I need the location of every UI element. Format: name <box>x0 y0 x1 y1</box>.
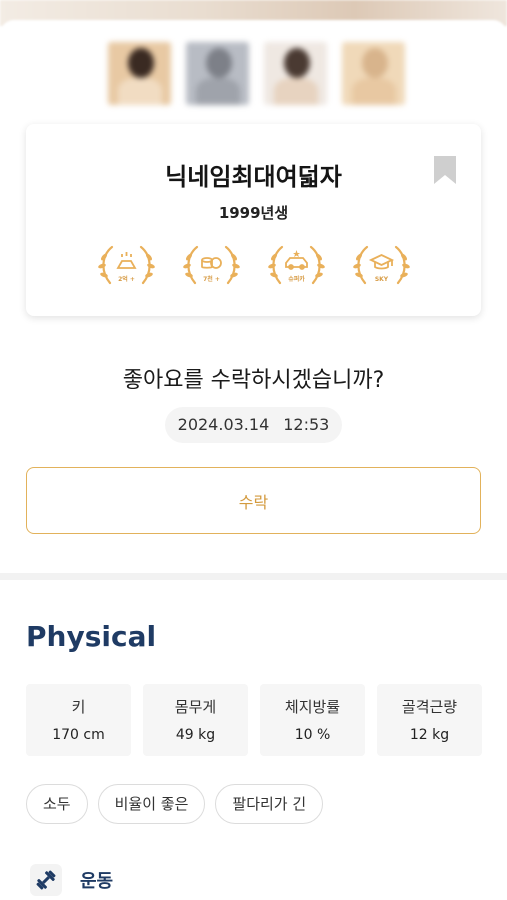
stat-card: 몸무게 49 kg <box>143 684 248 756</box>
accept-button[interactable]: 수락 <box>26 467 481 534</box>
request-time: 12:53 <box>283 415 330 434</box>
photo-thumbnail[interactable] <box>342 42 405 105</box>
stat-value: 170 cm <box>52 727 105 743</box>
request-date: 2024.03.14 <box>177 415 270 434</box>
physical-section-title: Physical <box>26 620 157 653</box>
graduation-cap-icon <box>368 254 395 270</box>
stat-card: 골격근량 12 kg <box>377 684 482 756</box>
badge-label: 2억 + <box>118 276 135 283</box>
physical-stats: 키 170 cm 몸무게 49 kg 체지방률 10 % 골격근량 12 kg <box>26 684 482 756</box>
laurel-icon <box>353 245 410 285</box>
photo-thumbnail[interactable] <box>186 42 249 105</box>
badge-list: 2억 + 7천 + 슈퍼카 SKY <box>96 241 412 291</box>
physical-tags: 소두 비율이 좋은 팔다리가 긴 <box>26 784 324 824</box>
laurel-icon <box>268 245 325 285</box>
badge-label: 7천 + <box>203 276 220 283</box>
laurel-icon <box>183 245 240 285</box>
tag-chip: 비율이 좋은 <box>97 784 206 824</box>
badge-item: 2억 + <box>96 241 157 291</box>
badge-label: SKY <box>374 276 389 283</box>
stat-value: 10 % <box>294 727 331 743</box>
bookmark-icon[interactable] <box>433 156 457 184</box>
stat-label: 골격근량 <box>401 698 458 716</box>
nickname: 닉네임최대여덟자 <box>165 163 342 191</box>
badge-label: 슈퍼카 <box>288 276 305 283</box>
laurel-icon <box>98 245 155 285</box>
badge-item: 7천 + <box>181 241 242 291</box>
stat-card: 체지방률 10 % <box>260 684 365 756</box>
badge-item: SKY <box>351 241 412 291</box>
car-icon <box>285 250 308 270</box>
tag-chip: 팔다리가 긴 <box>215 784 324 824</box>
coins-icon <box>201 257 222 269</box>
photo-thumbnail[interactable] <box>264 42 327 105</box>
photo-thumbnails <box>108 42 405 105</box>
stat-card: 키 170 cm <box>26 684 131 756</box>
badge-item: 슈퍼카 <box>266 241 327 291</box>
photo-thumbnail[interactable] <box>108 42 171 105</box>
stat-label: 키 <box>71 698 86 716</box>
section-divider <box>0 573 507 580</box>
dumbbell-icon <box>30 864 62 896</box>
stat-label: 체지방률 <box>284 698 341 716</box>
gold-bar-icon <box>116 252 137 269</box>
profile-card: 닉네임최대여덟자 1999년생 2억 + 7천 + 슈퍼카 SKY <box>26 124 481 316</box>
profile-main-photo[interactable] <box>0 0 507 34</box>
birth-year: 1999년생 <box>218 204 289 222</box>
request-datetime: 2024.03.14 12:53 <box>165 407 342 443</box>
stat-label: 몸무게 <box>174 698 217 716</box>
exercise-label: 운동 <box>80 871 114 892</box>
stat-value: 12 kg <box>409 727 450 743</box>
accept-question: 좋아요를 수락하시겠습니까? <box>122 368 385 393</box>
stat-value: 49 kg <box>175 727 216 743</box>
exercise-row: 운동 <box>30 864 113 896</box>
tag-chip: 소두 <box>26 784 88 824</box>
